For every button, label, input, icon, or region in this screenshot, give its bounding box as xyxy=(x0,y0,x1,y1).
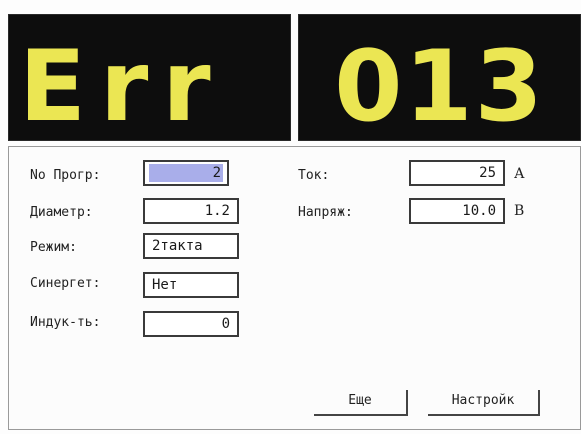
program-number-label: No Прогр: xyxy=(30,168,101,183)
program-number-value: 2 xyxy=(149,164,223,182)
inductance-label: Индук-ть: xyxy=(30,315,101,330)
inductance-field[interactable]: 0 xyxy=(143,311,239,337)
error-indicator: Err xyxy=(19,30,225,141)
voltage-label: Напряж: xyxy=(298,205,353,220)
current-unit: А xyxy=(514,166,525,182)
settings-button[interactable]: Настройк xyxy=(428,390,540,416)
diameter-label: Диаметр: xyxy=(30,205,93,220)
diameter-field[interactable]: 1.2 xyxy=(143,198,239,224)
synergic-label: Синергет: xyxy=(30,276,101,291)
mode-field[interactable]: 2такта xyxy=(143,233,239,259)
voltage-unit: В xyxy=(514,203,525,219)
more-button[interactable]: Еще xyxy=(314,390,408,416)
synergic-field[interactable]: Нет xyxy=(143,272,239,298)
welder-control-screen: Err 013 No Прогр: 2 Диаметр: 1.2 Режим: … xyxy=(0,0,581,434)
mode-label: Режим: xyxy=(30,240,77,255)
error-code: 013 xyxy=(334,30,545,141)
current-label: Ток: xyxy=(298,168,330,183)
current-field[interactable]: 25 xyxy=(409,160,505,186)
left-led-display: Err xyxy=(8,14,291,141)
voltage-field[interactable]: 10.0 xyxy=(409,198,505,224)
right-led-display: 013 xyxy=(298,14,581,141)
program-number-field[interactable]: 2 xyxy=(143,160,229,186)
